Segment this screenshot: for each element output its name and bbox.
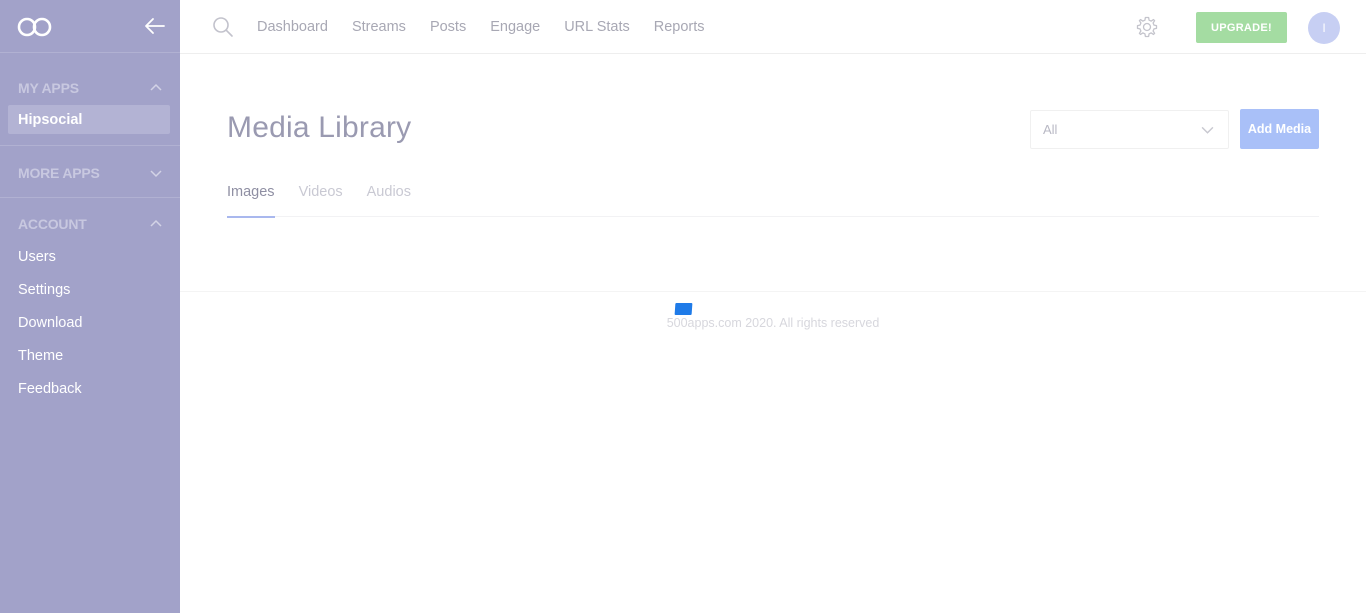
section-title: ACCOUNT: [18, 215, 87, 232]
nav-reports[interactable]: Reports: [654, 19, 705, 35]
sidebar-item-label: Theme: [18, 347, 64, 364]
sidebar-item-label: Users: [18, 248, 56, 265]
sidebar-item-users[interactable]: Users: [0, 240, 180, 273]
nav-streams[interactable]: Streams: [352, 19, 406, 35]
sidebar-item-theme[interactable]: Theme: [0, 339, 180, 372]
sidebar-header: [0, 0, 180, 53]
sidebar-item-label: Settings: [18, 281, 71, 298]
nav-url-stats[interactable]: URL Stats: [564, 19, 630, 35]
section-title: MY APPS: [18, 79, 79, 96]
upgrade-button[interactable]: UPGRADE!: [1196, 12, 1287, 43]
sidebar-section-my-apps: MY APPS Hipsocial: [0, 53, 180, 146]
sidebar-item-label: Hipsocial: [18, 111, 83, 128]
content-divider: [180, 291, 1366, 292]
nav-posts[interactable]: Posts: [430, 19, 466, 35]
arrow-left-icon[interactable]: [142, 15, 166, 37]
sidebar-item-settings[interactable]: Settings: [0, 273, 180, 306]
more-apps-toggle[interactable]: MORE APPS: [0, 156, 180, 189]
chevron-down-icon: [1201, 126, 1214, 134]
sidebar-item-label: Feedback: [18, 380, 82, 397]
media-filter-select[interactable]: All: [1030, 110, 1229, 149]
chevron-up-icon: [150, 83, 162, 91]
page-title: Media Library: [227, 111, 412, 144]
sidebar-item-hipsocial[interactable]: Hipsocial: [8, 105, 170, 134]
tab-images[interactable]: Images: [227, 172, 275, 218]
search-icon[interactable]: [212, 16, 234, 38]
avatar[interactable]: I: [1308, 12, 1340, 44]
sidebar-section-account: ACCOUNT Users Settings Download Theme Fe…: [0, 198, 180, 405]
section-title: MORE APPS: [18, 164, 100, 181]
nav-engage[interactable]: Engage: [490, 19, 540, 35]
filter-value: All: [1043, 122, 1058, 137]
gear-icon[interactable]: [1135, 15, 1159, 39]
sidebar-item-feedback[interactable]: Feedback: [0, 372, 180, 405]
tab-videos[interactable]: Videos: [299, 172, 343, 217]
sidebar-item-label: Download: [18, 314, 83, 331]
main-nav: Dashboard Streams Posts Engage URL Stats…: [257, 0, 705, 54]
loading-indicator: [674, 303, 693, 315]
sidebar-item-download[interactable]: Download: [0, 306, 180, 339]
tab-audios[interactable]: Audios: [367, 172, 411, 217]
infinity-logo-icon[interactable]: [17, 16, 53, 38]
top-navbar: Dashboard Streams Posts Engage URL Stats…: [180, 0, 1366, 54]
media-tabs: Images Videos Audios: [227, 172, 1319, 218]
footer-copyright: 500apps.com 2020. All rights reserved: [666, 316, 880, 330]
account-toggle[interactable]: ACCOUNT: [0, 207, 180, 240]
nav-dashboard[interactable]: Dashboard: [257, 19, 328, 35]
chevron-down-icon: [150, 169, 162, 177]
sidebar: MY APPS Hipsocial MORE APPS ACCOUNT User…: [0, 0, 180, 613]
chevron-up-icon: [150, 219, 162, 227]
my-apps-toggle[interactable]: MY APPS: [0, 70, 180, 105]
app-root: MY APPS Hipsocial MORE APPS ACCOUNT User…: [0, 0, 1366, 613]
add-media-button[interactable]: Add Media: [1240, 109, 1319, 149]
sidebar-section-more-apps: MORE APPS: [0, 146, 180, 198]
